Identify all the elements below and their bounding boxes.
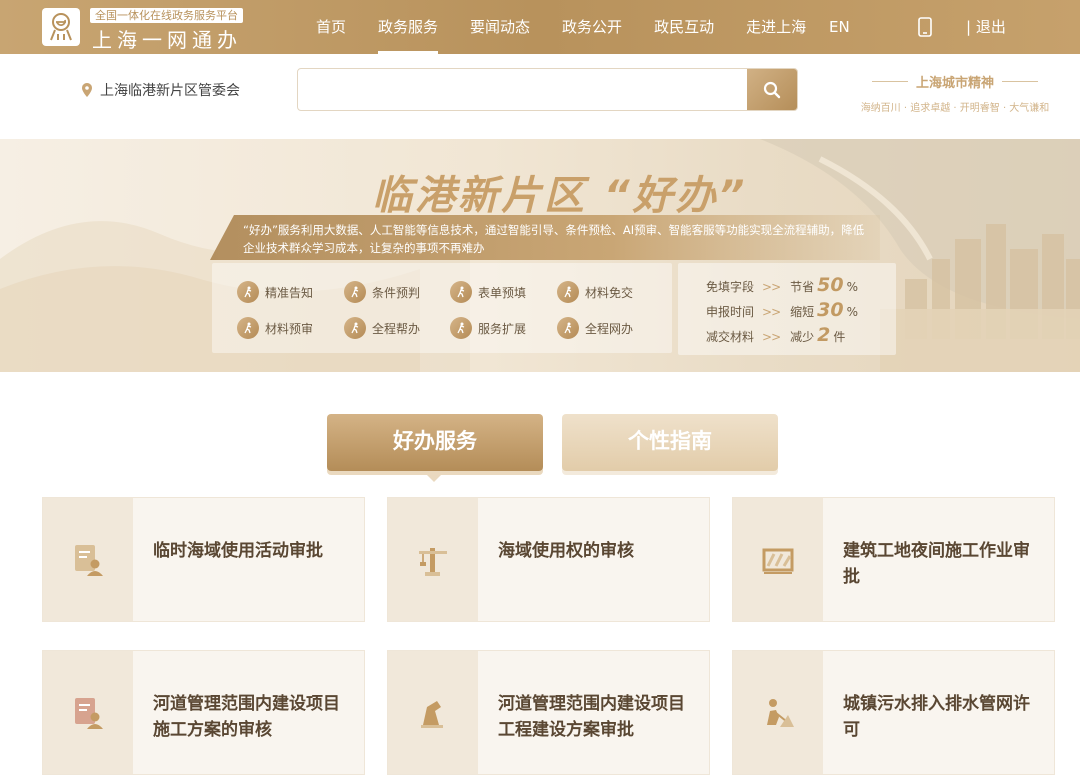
banner-description: “好办”服务利用大数据、人工智能等信息技术，通过智能引导、条件预检、AI预审、智… (243, 223, 865, 255)
search-button[interactable] (747, 69, 797, 110)
service-card[interactable]: 临时海域使用活动审批 (42, 497, 365, 622)
service-card-title: 河道管理范围内建设项目工程建设方案审批 (498, 694, 685, 740)
double-chevron-icon: >> (762, 305, 781, 319)
runner-icon (344, 317, 366, 339)
site-logo[interactable] (42, 8, 80, 46)
barrier-icon (762, 548, 794, 574)
search-box (297, 68, 798, 111)
feature-label: 服务扩展 (478, 321, 527, 336)
runner-icon (237, 281, 259, 303)
runner-icon (237, 317, 259, 339)
feature-item: 材料预审 (237, 317, 313, 339)
service-card[interactable]: 海域使用权的审核 (387, 497, 710, 622)
nav-item-about-shanghai[interactable]: 走进上海 (730, 0, 822, 54)
stat-label: 减交材料 (706, 330, 755, 344)
stat-unit: % (846, 280, 858, 294)
double-chevron-icon: >> (762, 330, 781, 344)
stat-unit: 件 (833, 330, 846, 344)
stat-label: 免填字段 (706, 280, 755, 294)
divider (871, 81, 908, 82)
crane-icon (419, 547, 447, 576)
feature-item: 服务扩展 (450, 317, 526, 339)
feature-item: 全程网办 (557, 317, 633, 339)
mobile-phone-icon[interactable] (918, 17, 932, 37)
stat-value: 30 (817, 299, 844, 321)
feature-label: 全程帮办 (372, 321, 421, 336)
service-card[interactable]: 河道管理范围内建设项目工程建设方案审批 (387, 650, 710, 775)
service-card[interactable]: 建筑工地夜间施工作业审批 (732, 497, 1055, 622)
top-nav-bar: 全国一体化在线政务服务平台 上海一网通办 首页 政务服务 要闻动态 政务公开 政… (0, 0, 1080, 54)
nav-item-news[interactable]: 要闻动态 (454, 0, 546, 54)
runner-icon (450, 281, 472, 303)
service-card-title: 临时海域使用活动审批 (153, 541, 323, 561)
stat-row: 免填字段 >> 节省 50% (706, 274, 858, 296)
search-input[interactable] (298, 69, 747, 110)
service-card-title: 河道管理范围内建设项目施工方案的审核 (153, 694, 340, 740)
logout-link[interactable]: | 退出 (966, 0, 1006, 54)
stat-action: 缩短 (790, 305, 815, 319)
language-switch-en[interactable]: EN (829, 0, 850, 54)
nav-item-public-info[interactable]: 政务公开 (546, 0, 638, 54)
feature-label: 表单预填 (478, 285, 527, 300)
tab-haoban-services[interactable]: 好办服务 (327, 414, 543, 482)
location-label: 上海临港新片区管委会 (100, 83, 240, 99)
feature-item: 全程帮办 (344, 317, 420, 339)
document-person-icon (75, 544, 103, 576)
feature-item: 表单预填 (450, 281, 526, 303)
feature-panel (212, 263, 672, 353)
stat-row: 申报时间 >> 缩短 30% (706, 299, 858, 321)
location-pin-icon (82, 83, 92, 97)
service-card[interactable]: 城镇污水排入排水管网许可 (732, 650, 1055, 775)
feature-label: 全程网办 (585, 321, 634, 336)
logo-e-icon (50, 13, 72, 41)
city-spirit-title: 上海城市精神 (915, 76, 994, 91)
nav-item-gov-services[interactable]: 政务服务 (362, 0, 454, 54)
feature-item: 条件预判 (344, 281, 420, 303)
nav-item-home[interactable]: 首页 (300, 0, 362, 54)
worker-icon (767, 698, 794, 727)
service-card-title: 建筑工地夜间施工作业审批 (843, 541, 1030, 587)
search-icon (763, 81, 781, 98)
stat-row: 减交材料 >> 减少 2 件 (706, 324, 845, 346)
runner-icon (344, 281, 366, 303)
feature-label: 材料预审 (265, 321, 314, 336)
nav-item-interaction[interactable]: 政民互动 (638, 0, 730, 54)
tab-personal-guide[interactable]: 个性指南 (562, 414, 778, 471)
document-person-icon (75, 697, 103, 729)
location-selector[interactable]: 上海临港新片区管委会 (82, 80, 240, 100)
stat-unit: % (846, 305, 858, 319)
feature-item: 材料免交 (557, 281, 633, 303)
stat-action: 减少 (790, 330, 815, 344)
stat-value: 2 (817, 324, 831, 346)
logo-tagline: 全国一体化在线政务服务平台 (90, 8, 243, 23)
city-spirit-subtitle: 海纳百川 · 追求卓越 · 开明睿智 · 大气谦和 (860, 103, 1050, 114)
feature-label: 条件预判 (372, 285, 421, 300)
logo-name[interactable]: 上海一网通办 (92, 24, 242, 53)
double-chevron-icon: >> (762, 280, 781, 294)
runner-icon (557, 317, 579, 339)
main-nav: 首页 政务服务 要闻动态 政务公开 政民互动 走进上海 (300, 0, 822, 54)
divider (1002, 81, 1038, 82)
banner-title: 临港新片区 “好办” (372, 173, 748, 219)
service-card-title: 海域使用权的审核 (498, 541, 634, 561)
stat-value: 50 (817, 274, 844, 296)
stat-label: 申报时间 (706, 305, 755, 319)
excavator-icon (421, 700, 443, 728)
city-spirit: 上海城市精神 海纳百川 · 追求卓越 · 开明睿智 · 大气谦和 (848, 72, 1062, 114)
runner-icon (450, 317, 472, 339)
service-card[interactable]: 河道管理范围内建设项目施工方案的审核 (42, 650, 365, 775)
haoban-banner: 临港新片区 “好办” “好办”服务利用大数据、人工智能等信息技术，通过智能引导、… (0, 139, 1080, 372)
runner-icon (557, 281, 579, 303)
feature-item: 精准告知 (237, 281, 313, 303)
stat-action: 节省 (790, 280, 815, 294)
feature-label: 精准告知 (265, 285, 314, 300)
feature-label: 材料免交 (585, 285, 634, 300)
service-card-title: 城镇污水排入排水管网许可 (843, 694, 1030, 740)
